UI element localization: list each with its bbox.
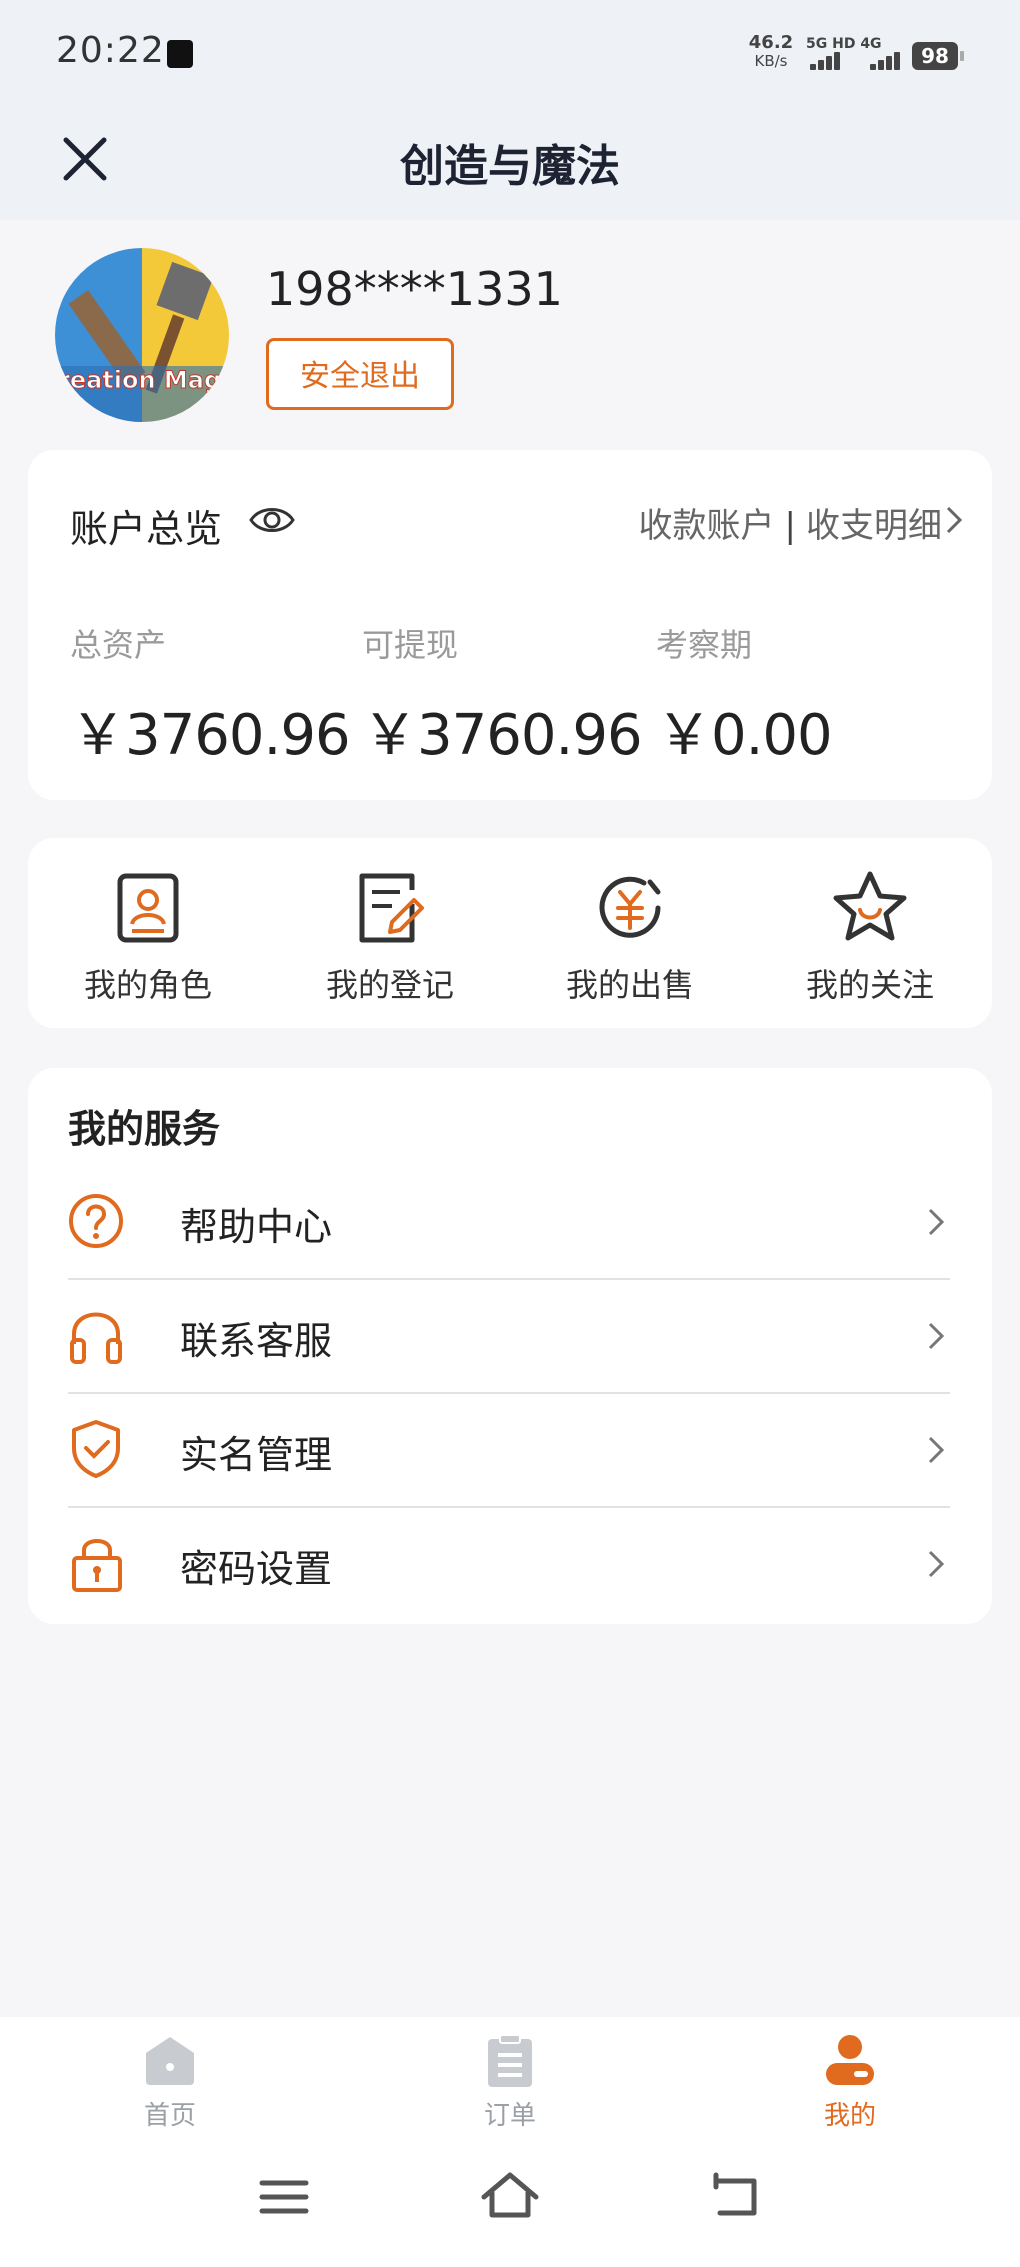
home-icon xyxy=(146,2037,194,2085)
notification-app-icon xyxy=(167,40,193,68)
chevron-right-icon xyxy=(928,1208,945,1236)
password-settings-label: 密码设置 xyxy=(180,1547,333,1591)
avatar[interactable]: Creation Magic xyxy=(55,248,229,422)
avatar-image: Creation Magic xyxy=(55,248,229,422)
link-separator: | xyxy=(784,506,796,546)
profile-icon xyxy=(826,2035,874,2085)
top-bar: 创造与魔法 xyxy=(0,110,1020,220)
transaction-details-link[interactable]: 收支明细 xyxy=(806,506,942,546)
avatar-text: Creation Magic xyxy=(55,366,229,394)
tab-profile-label: 我的 xyxy=(823,2101,876,2131)
tab-home[interactable]: 首页 xyxy=(90,2033,250,2132)
help-center-label: 帮助中心 xyxy=(180,1205,333,1249)
withdrawable-label: 可提现 xyxy=(362,626,459,664)
tab-orders-label: 订单 xyxy=(483,2101,536,2131)
my-follows-button[interactable]: 我的关注 xyxy=(770,868,970,1006)
edit-note-icon xyxy=(359,873,424,943)
account-links: 收款账户 | 收支明细 xyxy=(639,498,942,547)
quick-actions-card: 我的角色 我的登记 我的出售 我的关注 xyxy=(28,838,992,1028)
withdrawable-cell: 可提现 ￥3760.96 xyxy=(362,620,643,771)
chevron-right-icon xyxy=(928,1322,945,1350)
payee-account-link[interactable]: 收款账户 xyxy=(639,506,775,546)
yuan-circle-icon xyxy=(599,876,661,938)
eye-icon xyxy=(249,508,295,532)
total-assets-value: ￥3760.96 xyxy=(70,703,351,768)
chevron-right-icon xyxy=(928,1550,945,1578)
status-time: 20:22 xyxy=(56,30,165,71)
network-speed-unit: KB/s xyxy=(754,52,788,70)
logout-button[interactable]: 安全退出 xyxy=(266,338,454,410)
home-nav-icon[interactable] xyxy=(480,2167,540,2227)
probation-label: 考察期 xyxy=(656,626,753,664)
services-title: 我的服务 xyxy=(68,1107,221,1151)
withdrawable-value: ￥3760.96 xyxy=(362,703,643,768)
bottom-tab-bar: 首页 订单 我的 xyxy=(0,2017,1020,2137)
status-bar: 20:22 46.2 KB/s 5G HD 4G 98 xyxy=(0,0,1020,110)
order-icon xyxy=(488,2034,532,2087)
total-assets-cell: 总资产 ￥3760.96 xyxy=(70,620,351,771)
phone-number: 198****1331 xyxy=(266,262,563,316)
tab-home-label: 首页 xyxy=(143,2101,196,2131)
shield-check-icon xyxy=(72,1420,120,1478)
star-icon xyxy=(833,871,907,941)
menu-icon[interactable] xyxy=(254,2167,314,2227)
battery-indicator: 98 xyxy=(912,42,964,70)
lock-icon xyxy=(72,1539,122,1592)
real-name-label: 实名管理 xyxy=(180,1433,333,1477)
password-settings-row[interactable]: 密码设置 xyxy=(68,1508,950,1622)
probation-cell: 考察期 ￥0.00 xyxy=(656,620,833,771)
tab-profile[interactable]: 我的 xyxy=(770,2033,930,2132)
services-card: 我的服务 帮助中心 联系客服 实名管理 密码设置 xyxy=(28,1068,992,1624)
my-roles-label: 我的角色 xyxy=(83,966,212,1004)
account-overview-card: 账户总览 收款账户 | 收支明细 总资产 ￥3760.96 可提现 ￥3760.96… xyxy=(28,450,992,800)
back-icon[interactable] xyxy=(706,2167,766,2227)
network-speed: 46.2 KB/s xyxy=(748,32,794,71)
my-registrations-label: 我的登记 xyxy=(325,966,454,1004)
total-assets-label: 总资产 xyxy=(70,626,167,664)
help-center-row[interactable]: 帮助中心 xyxy=(68,1166,950,1280)
my-sales-label: 我的出售 xyxy=(565,966,694,1004)
signal-5g-icon xyxy=(806,50,850,70)
profile-section: Creation Magic 198****1331 安全退出 xyxy=(0,220,1020,450)
toggle-visibility-button[interactable] xyxy=(248,496,296,544)
help-icon xyxy=(69,1194,123,1248)
my-registrations-button[interactable]: 我的登记 xyxy=(290,868,490,1006)
real-name-row[interactable]: 实名管理 xyxy=(68,1394,950,1508)
id-card-icon xyxy=(117,873,179,943)
headset-icon xyxy=(70,1312,122,1364)
system-nav-bar xyxy=(0,2137,1020,2267)
my-roles-button[interactable]: 我的角色 xyxy=(48,868,248,1006)
network-speed-value: 46.2 xyxy=(748,32,794,53)
chevron-right-icon xyxy=(946,506,963,534)
my-sales-button[interactable]: 我的出售 xyxy=(530,868,730,1006)
probation-value: ￥0.00 xyxy=(656,703,833,768)
contact-service-label: 联系客服 xyxy=(180,1319,333,1363)
page-title: 创造与魔法 xyxy=(400,141,620,192)
signal-4g-icon xyxy=(866,50,910,70)
chevron-right-icon xyxy=(928,1436,945,1464)
account-overview-title: 账户总览 xyxy=(70,507,223,551)
my-follows-label: 我的关注 xyxy=(805,966,934,1004)
contact-service-row[interactable]: 联系客服 xyxy=(68,1280,950,1394)
tab-orders[interactable]: 订单 xyxy=(430,2033,590,2132)
